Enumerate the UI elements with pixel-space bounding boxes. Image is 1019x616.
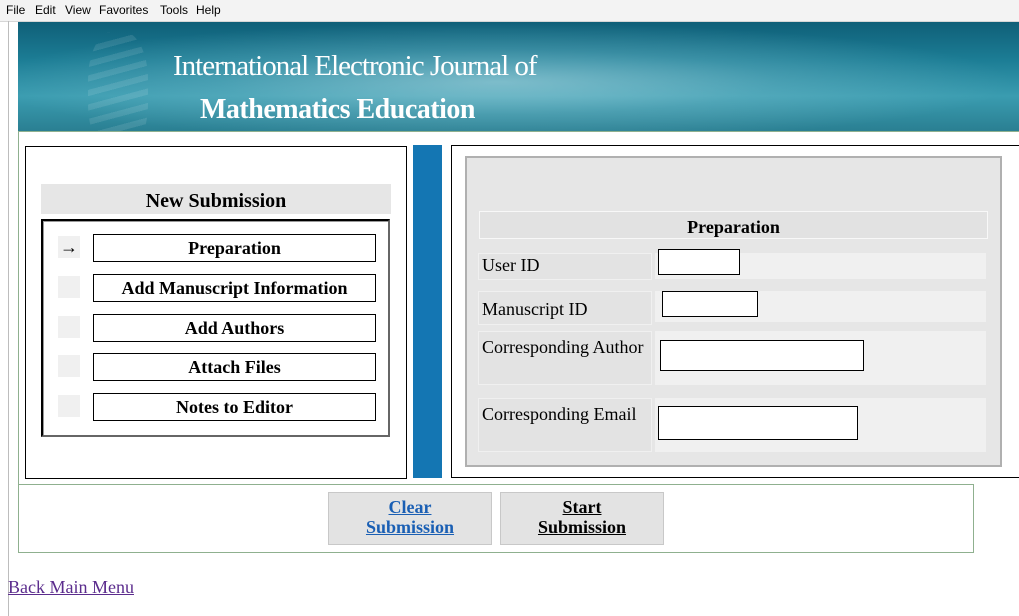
current-step-arrow-icon: → [58, 236, 80, 258]
menu-tools[interactable]: Tools [160, 3, 188, 17]
menu-help[interactable]: Help [196, 3, 221, 17]
journal-banner: International Electronic Journal of Math… [18, 22, 1019, 131]
preparation-title: Preparation [479, 211, 988, 239]
menu-file[interactable]: File [6, 3, 25, 17]
menu-bar: File Edit View Favorites Tools Help [0, 0, 1019, 22]
corresponding-email-input[interactable] [658, 406, 858, 440]
clear-submission-button[interactable]: Clear Submission [328, 492, 492, 545]
menu-edit[interactable]: Edit [35, 3, 56, 17]
user-id-input[interactable] [658, 249, 740, 275]
step-marker [58, 276, 80, 298]
start-submission-button[interactable]: Start Submission [500, 492, 664, 545]
step-marker [58, 316, 80, 338]
user-id-label: User ID [478, 253, 652, 280]
back-main-menu-link[interactable]: Back Main Menu [8, 577, 134, 598]
manuscript-id-label: Manuscript ID [478, 291, 652, 325]
banner-title-line2: Mathematics Education [200, 94, 475, 125]
start-button-line2: Submission [537, 517, 627, 537]
clear-button-line2: Submission [365, 517, 455, 537]
clear-button-line1: Clear [388, 497, 432, 517]
manuscript-id-input[interactable] [662, 291, 758, 317]
step-add-manuscript-information[interactable]: Add Manuscript Information [93, 274, 376, 302]
banner-title-line1: International Electronic Journal of [173, 50, 538, 82]
corresponding-author-input[interactable] [660, 340, 864, 371]
menu-favorites[interactable]: Favorites [99, 3, 148, 17]
action-bar [18, 484, 974, 553]
step-preparation[interactable]: Preparation [93, 234, 376, 262]
corresponding-email-label: Corresponding Email [478, 398, 652, 452]
new-submission-header: New Submission [41, 184, 391, 214]
step-add-authors[interactable]: Add Authors [93, 314, 376, 342]
corresponding-author-label: Corresponding Author [478, 331, 652, 385]
dna-helix-graphic [88, 32, 148, 131]
start-button-line1: Start [562, 497, 602, 517]
step-notes-to-editor[interactable]: Notes to Editor [93, 393, 376, 421]
step-marker [58, 395, 80, 417]
step-marker [58, 355, 80, 377]
page-border [8, 21, 9, 616]
divider-bar [413, 145, 442, 478]
step-attach-files[interactable]: Attach Files [93, 353, 376, 381]
menu-view[interactable]: View [65, 3, 91, 17]
